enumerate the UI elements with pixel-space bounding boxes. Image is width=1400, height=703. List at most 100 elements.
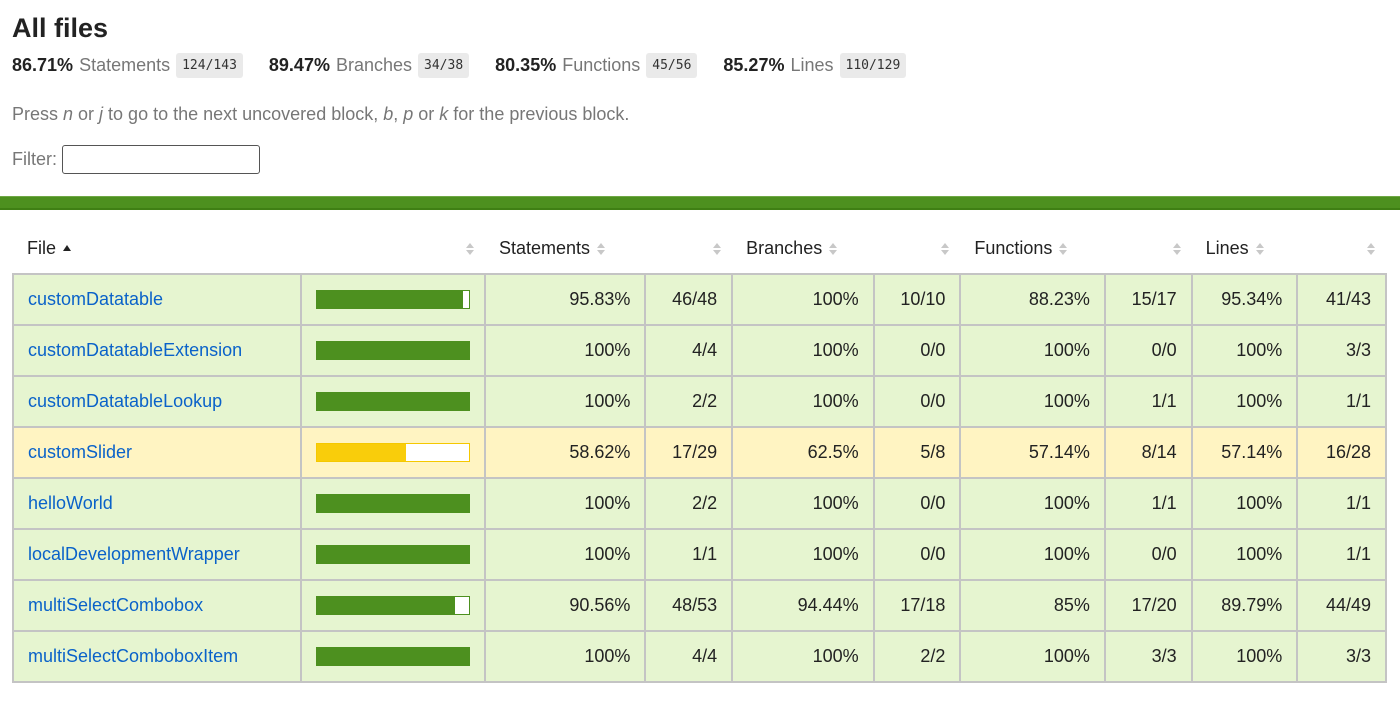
- branches-fraction: 0/0: [872, 477, 962, 530]
- coverage-bar: [316, 443, 470, 462]
- branches-pct: 62.5%: [731, 426, 875, 479]
- lines-fraction: 3/3: [1296, 324, 1387, 377]
- file-cell: multiSelectComboboxItem: [12, 630, 302, 683]
- functions-fraction: 3/3: [1103, 630, 1193, 683]
- functions-pct: 88.23%: [959, 273, 1106, 326]
- statements-pct: 100%: [483, 477, 647, 530]
- branches-pct: 100%: [731, 375, 875, 428]
- branches-pct: 100%: [731, 528, 875, 581]
- sort-icon: [712, 242, 722, 256]
- branches-pct: 100%: [731, 630, 875, 683]
- file-link[interactable]: customSlider: [28, 442, 132, 462]
- hint-text: to go to the next uncovered block,: [103, 104, 384, 124]
- header-lines-raw[interactable]: [1297, 224, 1386, 274]
- lines-fraction: 41/43: [1296, 273, 1387, 326]
- summary-fraction: 34/38: [418, 52, 470, 78]
- statements-fraction: 4/4: [644, 324, 734, 377]
- table-row: customSlider 58.62% 17/29 62.5% 5/8 57.14% 8/1…: [12, 426, 1387, 479]
- statements-fraction: 2/2: [644, 477, 734, 530]
- file-cell: customDatatableExtension: [12, 324, 302, 377]
- lines-pct: 100%: [1190, 528, 1299, 581]
- functions-fraction: 8/14: [1103, 426, 1193, 479]
- coverage-bar-cell: [300, 324, 486, 377]
- coverage-bar-cell: [300, 528, 486, 581]
- header-branches[interactable]: Branches: [732, 224, 874, 274]
- summary-statements: 86.71% Statements 124/143: [12, 52, 243, 78]
- hint-key: k: [439, 104, 449, 124]
- header-file[interactable]: File: [13, 224, 301, 274]
- functions-pct: 85%: [959, 579, 1106, 632]
- summary-pct: 86.71%: [12, 54, 74, 75]
- header-label: Lines: [1205, 238, 1249, 258]
- functions-fraction: 0/0: [1103, 324, 1193, 377]
- header-statements-raw[interactable]: [645, 224, 732, 274]
- functions-pct: 100%: [959, 630, 1106, 683]
- file-link[interactable]: multiSelectComboboxItem: [28, 646, 238, 666]
- hint-key: b: [383, 104, 394, 124]
- summary-fraction: 45/56: [646, 52, 698, 78]
- functions-pct: 100%: [959, 375, 1106, 428]
- summary-lines: 85.27% Lines 110/129: [723, 52, 907, 78]
- lines-fraction: 16/28: [1296, 426, 1387, 479]
- statements-fraction: 46/48: [644, 273, 734, 326]
- lines-pct: 100%: [1190, 630, 1299, 683]
- lines-fraction: 1/1: [1296, 528, 1387, 581]
- lines-fraction: 3/3: [1296, 630, 1387, 683]
- functions-pct: 100%: [959, 477, 1106, 530]
- lines-pct: 100%: [1190, 324, 1299, 377]
- statements-fraction: 17/29: [644, 426, 734, 479]
- file-link[interactable]: customDatatableLookup: [28, 391, 222, 411]
- summary-pct: 80.35%: [495, 54, 557, 75]
- functions-fraction: 17/20: [1103, 579, 1193, 632]
- table-row: helloWorld 100% 2/2 100% 0/0 100% 1/1 100% 1/1: [12, 477, 1387, 530]
- header-file-bar[interactable]: [301, 224, 485, 274]
- hint-text: or: [413, 104, 440, 124]
- functions-pct: 100%: [959, 324, 1106, 377]
- summary-pct: 85.27%: [723, 54, 785, 75]
- summary-fraction: 124/143: [176, 52, 243, 78]
- functions-fraction: 0/0: [1103, 528, 1193, 581]
- file-link[interactable]: localDevelopmentWrapper: [28, 544, 240, 564]
- header-functions[interactable]: Functions: [960, 224, 1104, 274]
- sort-icon: [1058, 242, 1068, 256]
- filter-input[interactable]: [62, 145, 260, 174]
- hint-text: for the previous block.: [448, 104, 630, 124]
- header-lines[interactable]: Lines: [1192, 224, 1298, 274]
- statements-pct: 95.83%: [483, 273, 647, 326]
- file-link[interactable]: customDatatable: [28, 289, 163, 309]
- sort-icon: [940, 242, 950, 256]
- branches-pct: 94.44%: [731, 579, 875, 632]
- statements-fraction: 1/1: [644, 528, 734, 581]
- file-link[interactable]: helloWorld: [28, 493, 113, 513]
- header-statements[interactable]: Statements: [485, 224, 645, 274]
- lines-pct: 57.14%: [1190, 426, 1299, 479]
- sort-icon: [596, 242, 606, 256]
- coverage-bar-cell: [300, 273, 486, 326]
- sort-icon: [1366, 242, 1376, 256]
- hint-text: or: [73, 104, 100, 124]
- lines-pct: 100%: [1190, 375, 1299, 428]
- branches-pct: 100%: [731, 273, 875, 326]
- statements-pct: 100%: [483, 528, 647, 581]
- table-row: customDatatable 95.83% 46/48 100% 10/10 88.23…: [12, 273, 1387, 326]
- sort-ascending-icon: [62, 242, 72, 256]
- coverage-bar: [316, 596, 470, 615]
- branches-fraction: 5/8: [872, 426, 962, 479]
- lines-pct: 89.79%: [1190, 579, 1299, 632]
- table-row: localDevelopmentWrapper 100% 1/1 100% 0/0 100…: [12, 528, 1387, 581]
- coverage-bar-cell: [300, 630, 486, 683]
- coverage-table: File Statements Branches Functions Lines…: [12, 224, 1387, 683]
- functions-pct: 57.14%: [959, 426, 1106, 479]
- branches-fraction: 0/0: [872, 375, 962, 428]
- keyboard-hint: Press n or j to go to the next uncovered…: [12, 103, 1388, 125]
- file-link[interactable]: multiSelectCombobox: [28, 595, 203, 615]
- file-link[interactable]: customDatatableExtension: [28, 340, 242, 360]
- header-branches-raw[interactable]: [874, 224, 961, 274]
- hint-text: ,: [393, 104, 404, 124]
- header-label: File: [27, 238, 57, 258]
- branches-fraction: 2/2: [872, 630, 962, 683]
- header-functions-raw[interactable]: [1105, 224, 1192, 274]
- statements-fraction: 48/53: [644, 579, 734, 632]
- coverage-bar-fill: [317, 648, 469, 665]
- coverage-bar-fill: [317, 291, 463, 308]
